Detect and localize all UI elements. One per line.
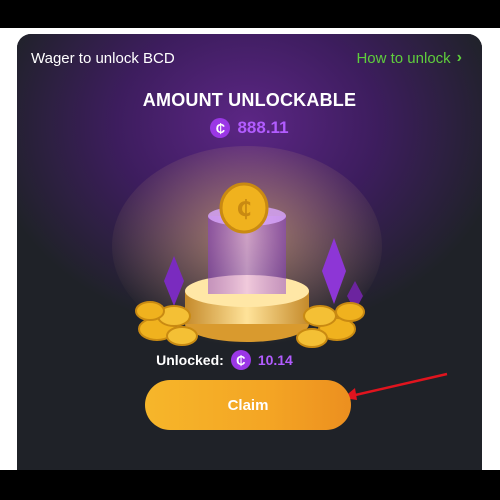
- amount-unlockable-title: AMOUNT UNLOCKABLE: [142, 90, 357, 110]
- how-to-unlock-link[interactable]: How to unlock ›: [356, 49, 462, 67]
- amount-unlockable-row: ₵ 888.11: [17, 118, 482, 138]
- bcd-coin-icon: ₵: [210, 118, 231, 138]
- red-arrow-annotation-icon: [343, 372, 448, 400]
- card-title: Wager to unlock BCD: [31, 50, 175, 67]
- unlocked-label: Unlocked:: [156, 352, 224, 368]
- svg-text:₵: ₵: [236, 197, 251, 222]
- claim-button[interactable]: Claim: [145, 380, 351, 430]
- how-to-unlock-label: How to unlock: [356, 49, 451, 67]
- amount-unlockable-value: 888.11: [237, 118, 289, 137]
- chevron-right-icon: ›: [456, 49, 462, 66]
- bcd-coin-icon: ₵: [230, 350, 251, 370]
- unlock-card: Wager to unlock BCD How to unlock › AMOU…: [17, 34, 482, 470]
- treasure-vault-illustration: ₵: [112, 146, 382, 348]
- unlocked-value: 10.14: [257, 352, 293, 368]
- unlocked-row: Unlocked: ₵ 10.14: [17, 350, 482, 370]
